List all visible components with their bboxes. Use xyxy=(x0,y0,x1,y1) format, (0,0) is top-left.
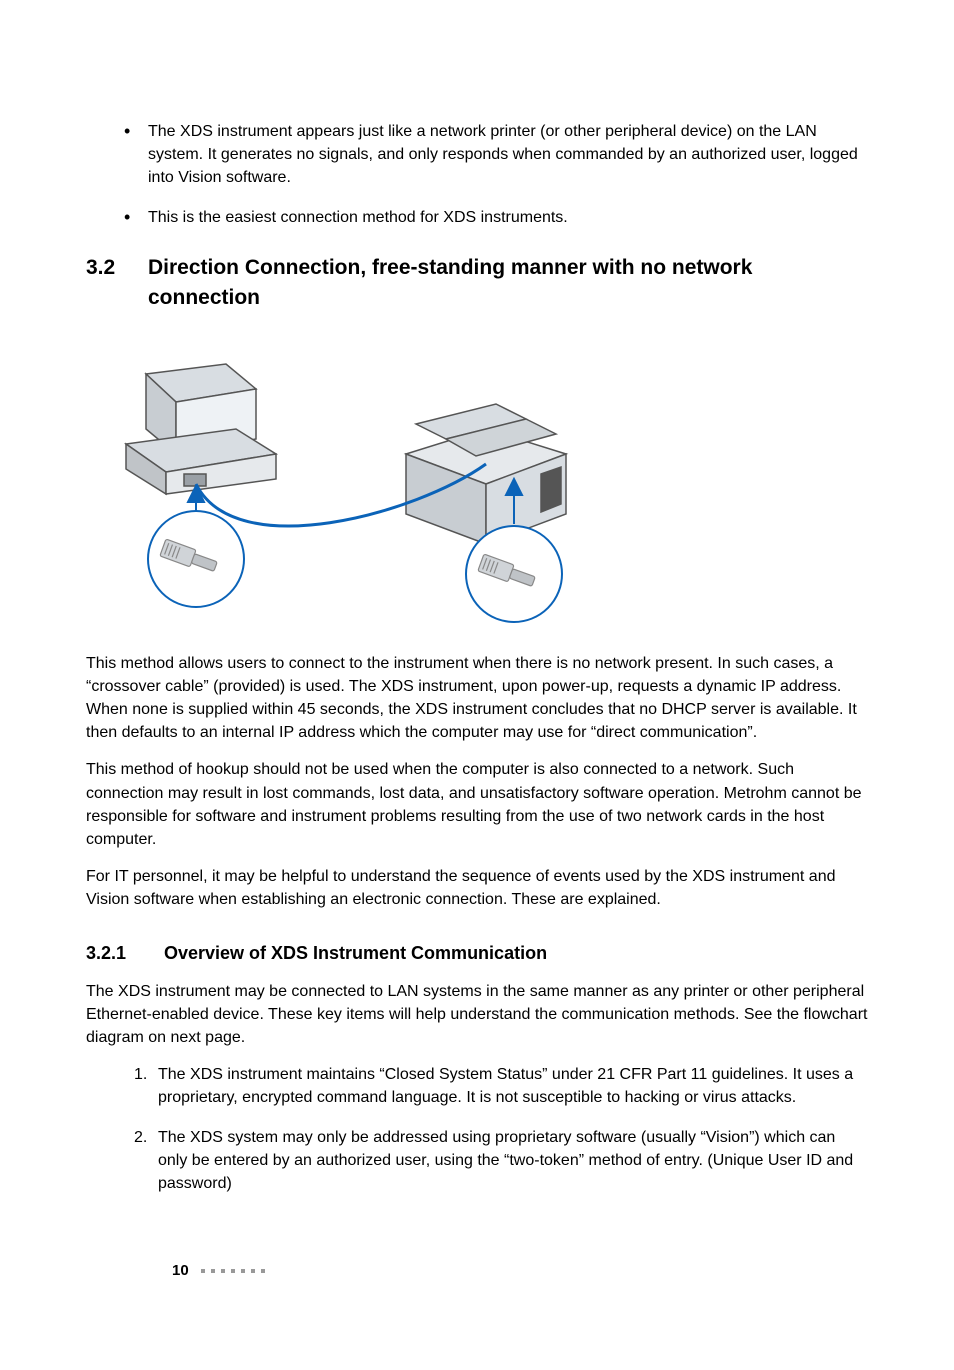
section-title: Direction Connection, free-standing mann… xyxy=(148,253,868,314)
dot-icon xyxy=(201,1269,205,1273)
bullet-text: This is the easiest connection method fo… xyxy=(148,209,568,226)
subsection-heading: 3.2.1 Overview of XDS Instrument Communi… xyxy=(86,940,868,966)
connection-diagram xyxy=(86,334,868,634)
body-paragraph: For IT personnel, it may be helpful to u… xyxy=(86,865,868,911)
list-item: The XDS instrument appears just like a n… xyxy=(124,120,868,190)
dot-icon xyxy=(221,1269,225,1273)
body-paragraph: This method of hookup should not be used… xyxy=(86,758,868,851)
body-paragraph: The XDS instrument may be connected to L… xyxy=(86,980,868,1050)
dot-icon xyxy=(211,1269,215,1273)
subsection-number: 3.2.1 xyxy=(86,940,164,966)
item-number: 1. xyxy=(134,1063,147,1086)
section-number: 3.2 xyxy=(86,253,148,314)
subsection-title: Overview of XDS Instrument Communication xyxy=(164,940,547,966)
bullet-text: The XDS instrument appears just like a n… xyxy=(148,123,858,186)
item-number: 2. xyxy=(134,1126,147,1149)
dot-icon xyxy=(241,1269,245,1273)
list-item: This is the easiest connection method fo… xyxy=(124,206,868,229)
dot-icon xyxy=(231,1269,235,1273)
numbered-list: 1. The XDS instrument maintains “Closed … xyxy=(86,1063,868,1195)
item-text: The XDS instrument maintains “Closed Sys… xyxy=(158,1066,853,1106)
section-heading: 3.2 Direction Connection, free-standing … xyxy=(86,253,868,314)
dot-icon xyxy=(261,1269,265,1273)
page-footer: 10 xyxy=(172,1260,265,1282)
list-item: 2. The XDS system may only be addressed … xyxy=(134,1126,868,1196)
top-bullet-list: The XDS instrument appears just like a n… xyxy=(86,120,868,229)
list-item: 1. The XDS instrument maintains “Closed … xyxy=(134,1063,868,1109)
page-number: 10 xyxy=(172,1260,189,1282)
dot-icon xyxy=(251,1269,255,1273)
body-paragraph: This method allows users to connect to t… xyxy=(86,652,868,745)
item-text: The XDS system may only be addressed usi… xyxy=(158,1129,853,1192)
